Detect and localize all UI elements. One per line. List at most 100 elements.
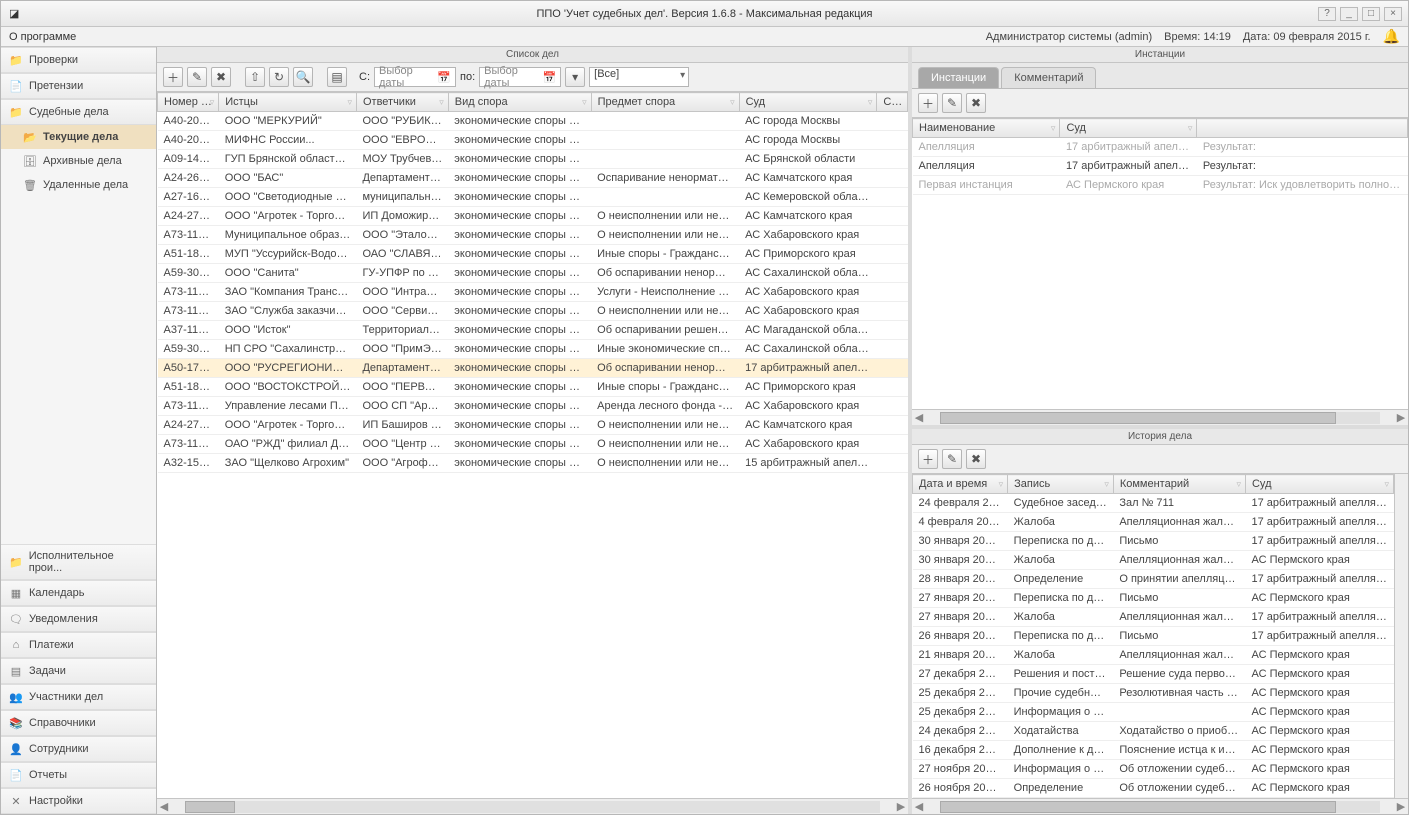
- sidebar-item-проверки[interactable]: 📁Проверки: [1, 47, 156, 73]
- table-row[interactable]: А40-20274...МИФНС России...ООО "ЕВРОМИР"…: [158, 131, 908, 150]
- sidebar-item-исполнительное-прои-[interactable]: 📁Исполнительное прои...: [1, 544, 156, 580]
- table-row[interactable]: А59-309/2...НП СРО "Сахалинстрой"ООО "Пр…: [158, 340, 908, 359]
- history-add-button[interactable]: ＋: [918, 449, 938, 469]
- close-button[interactable]: ×: [1384, 7, 1402, 21]
- column-header[interactable]: Суд▿: [1245, 475, 1393, 494]
- table-row[interactable]: А24-269/2...ООО "БАС"Департамент град...…: [158, 169, 908, 188]
- column-header[interactable]: Суд▿: [1060, 119, 1197, 138]
- sidebar-item-уведомления[interactable]: 🗨Уведомления: [1, 606, 156, 632]
- table-row[interactable]: 24 февраля 2015 г.Судебное заседаниеЗал …: [913, 494, 1394, 513]
- move-up-button[interactable]: ⇧: [245, 67, 265, 87]
- edit-button[interactable]: ✎: [187, 67, 207, 87]
- column-header[interactable]: Суд▿: [739, 93, 877, 112]
- table-row[interactable]: А40-20105...ООО "МЕРКУРИЙ"ООО "РУБИКОН"э…: [158, 112, 908, 131]
- refresh-button[interactable]: ↻: [269, 67, 289, 87]
- table-row[interactable]: 21 января 2015 г.ЖалобаАпелляционная жал…: [913, 646, 1394, 665]
- table-row[interactable]: А73-1140/...Управление лесами Правите...…: [158, 397, 908, 416]
- cases-grid[interactable]: Номер д...▿Истцы▿Ответчики▿Вид спора▿Пре…: [157, 92, 908, 798]
- instance-delete-button[interactable]: ✖: [966, 93, 986, 113]
- help-button[interactable]: ?: [1318, 7, 1336, 21]
- table-row[interactable]: А73-115/2...Муниципальное образовани...О…: [158, 226, 908, 245]
- sidebar-item-претензии[interactable]: 📄Претензии: [1, 73, 156, 99]
- table-row[interactable]: А24-274/2...ООО "Агротек - Торговый д...…: [158, 207, 908, 226]
- table-row[interactable]: А59-308/2...ООО "Санита"ГУ-УПФР по Доли.…: [158, 264, 908, 283]
- table-row[interactable]: А50-17997...ООО "РУСРЕГИОНИНВЕСТ"Департа…: [158, 359, 908, 378]
- table-row[interactable]: 27 декабря 2014 г.Решения и постанов...Р…: [913, 665, 1394, 684]
- instances-grid[interactable]: Наименование▿Суд▿Апелляция17 арбитражный…: [912, 118, 1408, 409]
- table-row[interactable]: 24 декабря 2014 г.ХодатайстваХодатайство…: [913, 722, 1394, 741]
- filter-icon[interactable]: ▿: [1104, 479, 1109, 490]
- add-button[interactable]: ＋: [163, 67, 183, 87]
- table-row[interactable]: 26 ноября 2014 г.ОпределениеОб отложении…: [913, 779, 1394, 798]
- tab-Инстанции[interactable]: Инстанции: [918, 67, 999, 88]
- sidebar-item-судебные-дела[interactable]: 📁Судебные дела: [1, 99, 156, 125]
- table-row[interactable]: Апелляция17 арбитражный апелл...Результа…: [913, 138, 1408, 157]
- table-row[interactable]: Апелляция17 арбитражный апелл...Результа…: [913, 157, 1408, 176]
- h-scrollbar[interactable]: ◀▶: [157, 798, 908, 814]
- column-header[interactable]: Вид спора▿: [448, 93, 591, 112]
- sidebar-item-архивные-дела[interactable]: 🗄Архивные дела: [1, 149, 156, 173]
- sidebar-item-участники-дел[interactable]: 👥Участники дел: [1, 684, 156, 710]
- table-row[interactable]: 27 ноября 2014 г.Информация о прин...Об …: [913, 760, 1394, 779]
- table-row[interactable]: 30 января 2015 г.Переписка по делуПисьмо…: [913, 532, 1394, 551]
- maximize-button[interactable]: □: [1362, 7, 1380, 21]
- column-header[interactable]: Запись▿: [1008, 475, 1114, 494]
- filter-icon[interactable]: ▿: [868, 97, 873, 108]
- column-header[interactable]: Номер д...▿: [158, 93, 219, 112]
- sidebar-item-настройки[interactable]: ✕Настройки: [1, 788, 156, 814]
- sidebar-item-задачи[interactable]: ▤Задачи: [1, 658, 156, 684]
- table-row[interactable]: А32-15085...ЗАО "Щелково Агрохим"ООО "Аг…: [158, 454, 908, 473]
- tab-Комментарий[interactable]: Комментарий: [1001, 67, 1096, 88]
- column-header[interactable]: Ответчики▿: [356, 93, 448, 112]
- filter-icon[interactable]: ▿: [1236, 479, 1241, 490]
- instances-h-scrollbar[interactable]: ◀▶: [912, 409, 1408, 425]
- column-header[interactable]: Комментарий▿: [1113, 475, 1245, 494]
- filter-combo[interactable]: [Все]: [589, 67, 689, 87]
- column-header[interactable]: Истцы▿: [219, 93, 357, 112]
- filter-icon[interactable]: ▿: [999, 479, 1004, 490]
- table-row[interactable]: Первая инстанцияАС Пермского краяРезульт…: [913, 176, 1408, 195]
- filter-icon[interactable]: ▿: [210, 97, 215, 108]
- filter-icon[interactable]: ▿: [730, 97, 735, 108]
- table-row[interactable]: 25 декабря 2014 г.Прочие судебные до...Р…: [913, 684, 1394, 703]
- filter-icon[interactable]: ▿: [1384, 479, 1389, 490]
- table-row[interactable]: А24-273/2...ООО "Агротек - Торговый д...…: [158, 416, 908, 435]
- history-edit-button[interactable]: ✎: [942, 449, 962, 469]
- delete-button[interactable]: ✖: [211, 67, 231, 87]
- table-row[interactable]: 27 января 2015 г.ЖалобаАпелляционная жал…: [913, 608, 1394, 627]
- table-row[interactable]: 30 января 2015 г.ЖалобаАпелляционная жал…: [913, 551, 1394, 570]
- history-grid[interactable]: Дата и время▿Запись▿Комментарий▿Суд▿24 ф…: [912, 474, 1408, 798]
- filter-icon[interactable]: ▿: [582, 97, 587, 108]
- search-button[interactable]: 🔍: [293, 67, 313, 87]
- table-row[interactable]: 27 января 2015 г.Переписка по делуПисьмо…: [913, 589, 1394, 608]
- table-row[interactable]: А09-1489/...ГУП Брянской области "Бря...…: [158, 150, 908, 169]
- table-row[interactable]: А51-1821/...МУП "Уссурийск-Водоканал...О…: [158, 245, 908, 264]
- table-row[interactable]: 26 января 2015 г.Переписка по делуПисьмо…: [913, 627, 1394, 646]
- minimize-button[interactable]: _: [1340, 7, 1358, 21]
- sidebar-item-отчеты[interactable]: 📄Отчеты: [1, 762, 156, 788]
- filter-icon[interactable]: ▿: [1051, 123, 1056, 134]
- table-row[interactable]: 16 декабря 2014 г.Дополнение к делуПоясн…: [913, 741, 1394, 760]
- column-header[interactable]: Наименование▿: [913, 119, 1060, 138]
- history-h-scrollbar[interactable]: ◀▶: [912, 798, 1408, 814]
- sidebar-item-календарь[interactable]: ▦Календарь: [1, 580, 156, 606]
- sidebar-item-платежи[interactable]: ⌂Платежи: [1, 632, 156, 658]
- filter-icon[interactable]: ▿: [347, 97, 352, 108]
- sidebar-item-текущие-дела[interactable]: 📂Текущие дела: [1, 125, 156, 149]
- table-row[interactable]: 28 января 2015 г.ОпределениеО принятии а…: [913, 570, 1394, 589]
- sidebar-item-удаленные-дела[interactable]: 🗑Удаленные дела: [1, 173, 156, 197]
- table-row[interactable]: А73-1148/...ОАО "РЖД" филиал ДВЖД...ООО …: [158, 435, 908, 454]
- column-header[interactable]: Дата и время▿: [913, 475, 1008, 494]
- v-scrollbar[interactable]: [1394, 474, 1408, 798]
- date-from-input[interactable]: Выбор даты📅: [374, 67, 456, 87]
- date-to-input[interactable]: Выбор даты📅: [479, 67, 561, 87]
- instance-edit-button[interactable]: ✎: [942, 93, 962, 113]
- table-row[interactable]: 4 февраля 2015 г.ЖалобаАпелляционная жал…: [913, 513, 1394, 532]
- menu-about[interactable]: О программе: [9, 31, 76, 43]
- table-row[interactable]: А37-113/2...ООО "Исток"Территориальн...э…: [158, 321, 908, 340]
- sidebar-item-сотрудники[interactable]: 👤Сотрудники: [1, 736, 156, 762]
- report-button[interactable]: ▤: [327, 67, 347, 87]
- table-row[interactable]: А51-1832/...ООО "ВОСТОКСТРОЙСЕРВИ...ООО …: [158, 378, 908, 397]
- column-header[interactable]: [1197, 119, 1408, 138]
- table-row[interactable]: А27-1658/...ООО "Светодиодные технол...м…: [158, 188, 908, 207]
